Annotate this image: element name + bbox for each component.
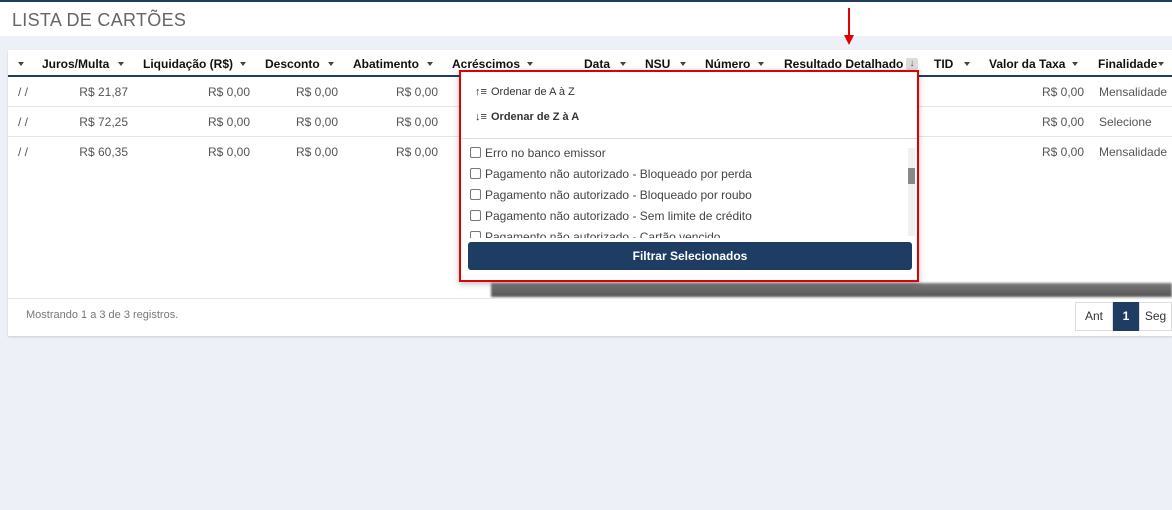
filter-option-label: Pagamento não autorizado - Bloqueado por… (485, 167, 752, 181)
column-menu-caret-icon[interactable] (118, 62, 124, 66)
cell-desconto: R$ 0,00 (295, 115, 338, 129)
cell-juros: R$ 72,25 (79, 115, 128, 129)
filter-option[interactable]: Pagamento não autorizado - Sem limite de… (470, 209, 752, 223)
column-menu-caret-icon[interactable] (620, 62, 626, 66)
column-menu-caret-icon[interactable] (328, 62, 334, 66)
filter-option-label: Pagamento não autorizado - Sem limite de… (485, 209, 752, 223)
records-info: Mostrando 1 a 3 de 3 registros. (26, 309, 179, 321)
cell-desconto: R$ 0,00 (295, 85, 338, 99)
divider (8, 298, 1172, 299)
checkbox[interactable] (470, 189, 481, 200)
filter-option[interactable]: Erro no banco emissor (470, 146, 606, 160)
column-menu-caret-icon[interactable] (427, 62, 433, 66)
horizontal-scrollbar[interactable] (491, 283, 1172, 297)
column-menu-caret-icon[interactable] (1072, 62, 1078, 66)
column-menu-caret-icon[interactable] (240, 62, 246, 66)
column-header-abatimento[interactable]: Abatimento (353, 57, 419, 71)
column-header-data[interactable]: Data (584, 57, 610, 71)
cell-valor-taxa: R$ 0,00 (1041, 85, 1084, 99)
cell-liquidacao: R$ 0,00 (207, 145, 250, 159)
sort-ascending-option[interactable]: ↑≡ Ordenar de A à Z (475, 86, 575, 98)
filter-selected-button[interactable]: Filtrar Selecionados (468, 242, 912, 270)
filter-option-label: Erro no banco emissor (485, 146, 606, 160)
filter-options-list[interactable]: Erro no banco emissor Pagamento não auto… (461, 142, 917, 238)
sort-descending-icon: ↓≡ (475, 111, 487, 123)
sort-ascending-icon: ↑≡ (475, 86, 487, 98)
annotation-arrow-icon (848, 8, 850, 36)
sort-arrow-icon[interactable]: ↓ (906, 58, 918, 70)
column-header-finalidade[interactable]: Finalidade (1098, 57, 1157, 71)
checkbox[interactable] (470, 147, 481, 158)
sort-descending-label: Ordenar de Z à A (491, 111, 580, 123)
cell-desconto: R$ 0,00 (295, 145, 338, 159)
cell-liquidacao: R$ 0,00 (207, 85, 250, 99)
column-menu-caret-icon[interactable] (18, 62, 24, 66)
options-scrollbar[interactable] (908, 148, 915, 236)
cell-finalidade: Mensalidade (1099, 145, 1168, 159)
cell-first: / / (18, 85, 29, 99)
filter-option[interactable]: Pagamento não autorizado - Bloqueado por… (470, 188, 752, 202)
filter-option-label: Pagamento não autorizado - Cartão vencid… (485, 230, 721, 238)
column-menu-caret-icon[interactable] (680, 62, 686, 66)
column-menu-caret-icon[interactable] (758, 62, 764, 66)
sort-ascending-label: Ordenar de A à Z (491, 86, 575, 98)
cell-first: / / (18, 145, 29, 159)
column-header-numero[interactable]: Número (705, 57, 750, 71)
cell-abatimento: R$ 0,00 (395, 145, 438, 159)
column-header-juros[interactable]: Juros/Multa (42, 57, 109, 71)
cell-abatimento: R$ 0,00 (395, 85, 438, 99)
scrollbar-thumb[interactable] (908, 168, 915, 184)
checkbox[interactable] (470, 231, 481, 238)
pagination-page-button[interactable]: 1 (1113, 302, 1139, 331)
checkbox[interactable] (470, 210, 481, 221)
column-filter-popup: ↑≡ Ordenar de A à Z ↓≡ Ordenar de Z à A Er… (459, 70, 919, 282)
cell-valor-taxa: R$ 0,00 (1041, 115, 1084, 129)
cell-valor-taxa: R$ 0,00 (1041, 145, 1084, 159)
cell-finalidade: Mensalidade (1099, 85, 1168, 99)
cell-abatimento: R$ 0,00 (395, 115, 438, 129)
pagination-prev-button[interactable]: Ant (1075, 302, 1113, 331)
cell-first: / / (18, 115, 29, 129)
divider (461, 138, 917, 139)
checkbox[interactable] (470, 168, 481, 179)
filter-option-label: Pagamento não autorizado - Bloqueado por… (485, 188, 752, 202)
cell-juros: R$ 60,35 (79, 145, 128, 159)
cell-juros: R$ 21,87 (79, 85, 128, 99)
cell-finalidade: Selecione (1099, 115, 1152, 129)
sort-descending-option[interactable]: ↓≡ Ordenar de Z à A (475, 111, 579, 123)
annotation-arrowhead-icon (844, 35, 854, 45)
page-header: LISTA DE CARTÕES (0, 0, 1172, 36)
column-menu-caret-icon[interactable] (527, 62, 533, 66)
filter-option[interactable]: Pagamento não autorizado - Bloqueado por… (470, 167, 752, 181)
filter-option[interactable]: Pagamento não autorizado - Cartão vencid… (470, 230, 720, 238)
column-menu-caret-icon[interactable] (1158, 62, 1164, 66)
column-header-nsu[interactable]: NSU (645, 57, 670, 71)
column-header-liquidacao[interactable]: Liquidação (R$) (143, 57, 233, 71)
column-menu-caret-icon[interactable] (964, 62, 970, 66)
cell-liquidacao: R$ 0,00 (207, 115, 250, 129)
column-header-acrescimos[interactable]: Acréscimos (452, 57, 520, 71)
column-header-desconto[interactable]: Desconto (265, 57, 320, 71)
column-header-valor-taxa[interactable]: Valor da Taxa (989, 57, 1065, 71)
pagination-next-button[interactable]: Seg (1139, 302, 1172, 331)
column-header-tid[interactable]: TID (934, 57, 953, 71)
column-header-resultado-detalhado[interactable]: Resultado Detalhado (784, 57, 903, 71)
page-title: LISTA DE CARTÕES (12, 10, 187, 30)
